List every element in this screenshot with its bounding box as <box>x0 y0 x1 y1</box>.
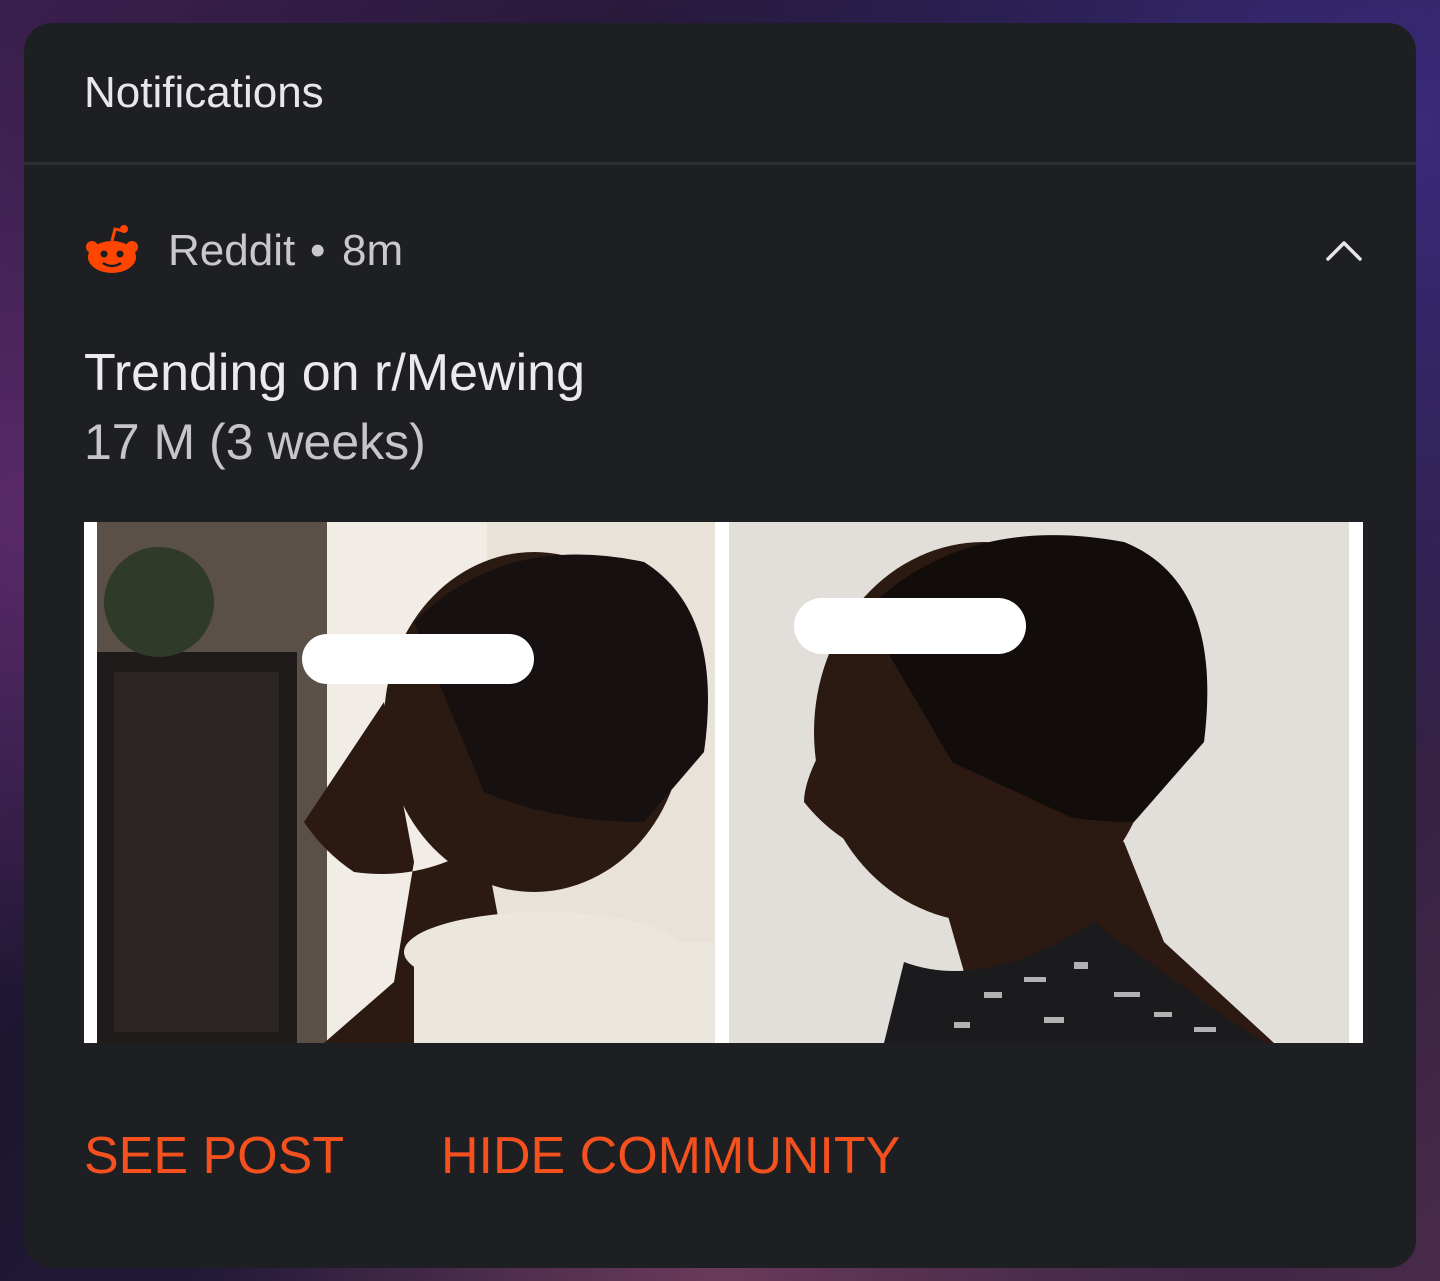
notification-title: Trending on r/Mewing <box>84 344 585 402</box>
reddit-icon <box>84 223 140 279</box>
see-post-button[interactable]: SEE POST <box>84 1126 344 1186</box>
notification-text: 17 M (3 weeks) <box>84 414 426 470</box>
notification-app-row[interactable]: Reddit • 8m <box>84 223 1364 283</box>
separator-dot: • <box>310 226 326 275</box>
before-after-photo <box>84 522 1363 1043</box>
timestamp: 8m <box>342 226 404 275</box>
chevron-up-icon[interactable] <box>1324 231 1364 271</box>
notification-panel: Notifications Reddit • 8m Trending on r/… <box>24 23 1416 1268</box>
notification-image[interactable] <box>84 522 1363 1043</box>
panel-title: Notifications <box>84 68 324 117</box>
panel-header: Notifications <box>24 23 1416 165</box>
hide-community-button[interactable]: HIDE COMMUNITY <box>441 1126 900 1186</box>
app-name: Reddit <box>168 226 296 275</box>
